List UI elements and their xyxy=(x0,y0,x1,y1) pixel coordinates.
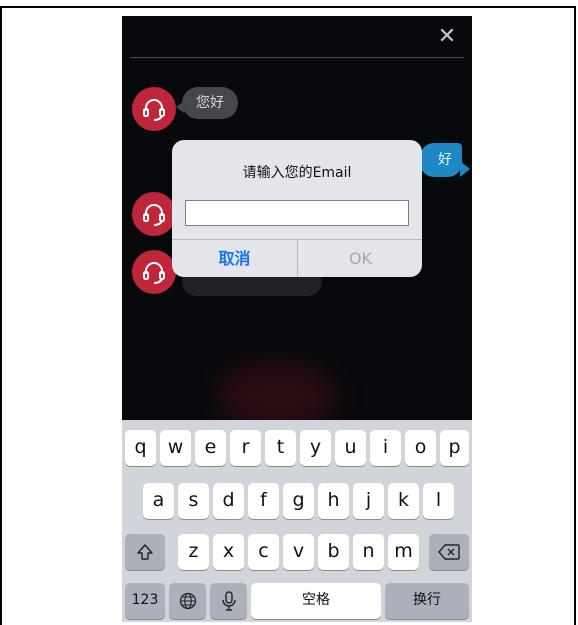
key-t[interactable]: t xyxy=(265,430,296,466)
backspace-icon xyxy=(438,543,460,560)
key-o[interactable]: o xyxy=(405,430,436,466)
email-input[interactable] xyxy=(185,200,409,226)
headset-icon xyxy=(143,99,165,121)
outgoing-message: 好 xyxy=(420,143,470,177)
cancel-button[interactable]: 取消 xyxy=(172,240,297,277)
numbers-key[interactable]: 123 xyxy=(125,583,165,619)
key-d[interactable]: d xyxy=(213,483,244,519)
dictation-key[interactable] xyxy=(210,583,247,619)
email-dialog: 请输入您的Email 取消 OK xyxy=(172,140,422,277)
key-s[interactable]: s xyxy=(178,483,209,519)
close-icon[interactable]: ✕ xyxy=(436,26,458,48)
backspace-key[interactable] xyxy=(429,534,469,570)
headset-icon xyxy=(143,262,165,284)
key-l[interactable]: l xyxy=(423,483,454,519)
key-m[interactable]: m xyxy=(388,534,419,570)
header-divider xyxy=(130,57,464,58)
agent-avatar xyxy=(132,192,176,236)
key-y[interactable]: y xyxy=(300,430,331,466)
key-w[interactable]: w xyxy=(160,430,191,466)
key-h[interactable]: h xyxy=(318,483,349,519)
key-p[interactable]: p xyxy=(440,430,469,466)
agent-avatar xyxy=(132,250,176,294)
key-e[interactable]: e xyxy=(195,430,226,466)
key-g[interactable]: g xyxy=(283,483,314,519)
ok-button[interactable]: OK xyxy=(298,240,422,277)
globe-icon xyxy=(179,592,196,609)
shift-arrow-icon xyxy=(137,543,153,560)
incoming-message: 您好 xyxy=(176,87,238,119)
key-n[interactable]: n xyxy=(353,534,384,570)
key-f[interactable]: f xyxy=(248,483,279,519)
key-z[interactable]: z xyxy=(178,534,209,570)
key-k[interactable]: k xyxy=(388,483,419,519)
return-key[interactable]: 换行 xyxy=(385,583,469,619)
space-key[interactable]: 空格 xyxy=(251,583,381,619)
key-a[interactable]: a xyxy=(143,483,174,519)
globe-key[interactable] xyxy=(169,583,206,619)
shift-key[interactable] xyxy=(125,534,165,570)
key-u[interactable]: u xyxy=(335,430,366,466)
headset-icon xyxy=(143,204,165,226)
microphone-icon xyxy=(221,590,236,611)
keyboard: q w e r t y u i o p a s d f g h j k l z … xyxy=(122,420,472,622)
key-i[interactable]: i xyxy=(370,430,401,466)
dialog-title: 请输入您的Email xyxy=(242,165,352,181)
key-j[interactable]: j xyxy=(353,483,384,519)
agent-avatar xyxy=(132,87,176,131)
key-c[interactable]: c xyxy=(248,534,279,570)
key-v[interactable]: v xyxy=(283,534,314,570)
key-r[interactable]: r xyxy=(230,430,261,466)
key-x[interactable]: x xyxy=(213,534,244,570)
phone-screen: ✕ 您好 好 请输入您的Email 取消 OK q w e r t y u i … xyxy=(122,16,472,622)
key-q[interactable]: q xyxy=(125,430,156,466)
key-b[interactable]: b xyxy=(318,534,349,570)
